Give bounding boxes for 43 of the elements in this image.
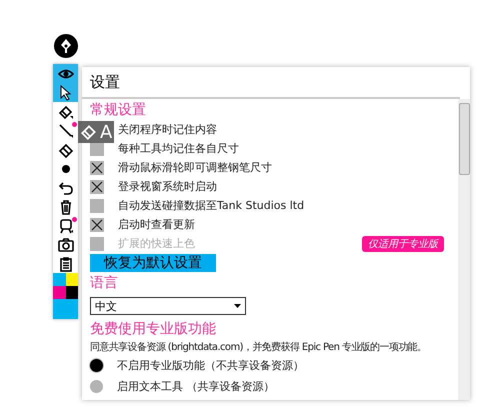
description-text: 同意共享设备资源 (brightdata.com)，并免费获得 Epic Pen 专业版的一项功能。	[90, 340, 428, 354]
eraser-icon	[58, 142, 74, 158]
checkbox[interactable]	[90, 198, 104, 212]
section-heading: 常规设置	[90, 101, 146, 119]
reset-button[interactable]: 恢复为默认设置	[90, 254, 216, 272]
color-swatch[interactable]	[53, 286, 66, 299]
radio-button[interactable]	[90, 359, 103, 372]
projector-icon	[58, 218, 74, 234]
checkbox[interactable]	[90, 160, 104, 174]
option-label: 启用文本工具 （共享设备资源）	[117, 379, 274, 394]
pencil-icon	[58, 104, 74, 120]
option-label: 每种工具均记住各自尺寸	[118, 141, 239, 156]
color-swatch[interactable]	[66, 273, 78, 286]
cursor-icon	[58, 84, 74, 100]
line-icon	[58, 122, 74, 138]
color-swatch[interactable]	[66, 286, 78, 299]
checkbox[interactable]	[90, 218, 104, 232]
language-dropdown[interactable]: 中文	[90, 297, 246, 315]
option-label: 自动发送碰撞数据至Tank Studios ltd	[118, 198, 304, 213]
checkbox[interactable]	[90, 180, 104, 194]
option-label: 登录视窗系统时启动	[118, 179, 217, 194]
pencil-icon[interactable]	[80, 123, 98, 141]
caret-icon	[234, 304, 241, 308]
option-label: 不启用专业版功能（不共享设备资源）	[117, 358, 304, 373]
undo-icon	[58, 180, 74, 196]
option-label: 滑动鼠标滑轮即可调整钢笔尺寸	[118, 160, 272, 175]
tool-button[interactable]	[53, 83, 78, 102]
pen-nib-logo	[54, 34, 78, 58]
radio-button[interactable]	[90, 380, 103, 393]
text-tool[interactable]: A	[100, 122, 112, 142]
option-label: 启动时查看更新	[118, 217, 195, 232]
pro-badge: 仅适用于专业版	[362, 236, 444, 252]
clipboard-icon	[58, 256, 74, 272]
option-label: 关闭程序时记住内容	[118, 122, 217, 137]
scrollbar[interactable]	[458, 99, 470, 400]
section-heading: 免费使用专业版功能	[90, 320, 216, 338]
panel-title: 设置	[82, 67, 460, 99]
camera-icon	[58, 236, 74, 252]
option-label: 扩展的快速上色	[118, 236, 195, 251]
section-heading: 语言	[90, 274, 118, 292]
tool-button[interactable]	[53, 64, 78, 83]
color-panel	[53, 299, 78, 319]
color-swatch[interactable]	[53, 273, 66, 286]
